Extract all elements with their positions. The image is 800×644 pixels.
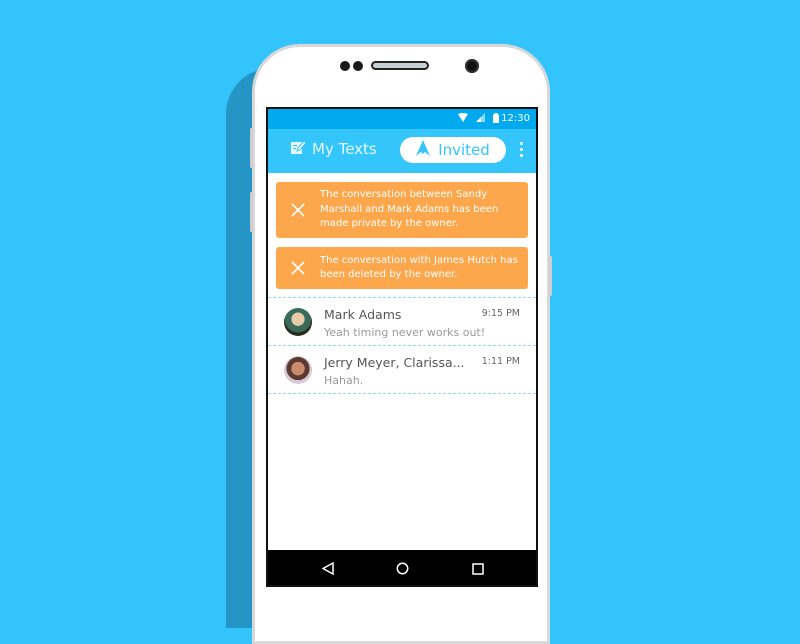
alert-banner: The conversation with James Hutch has be… xyxy=(276,247,528,289)
tab-my-texts[interactable]: My Texts xyxy=(290,139,377,159)
conversation-preview: Yeah timing never works out! xyxy=(324,326,486,339)
conversation-time: 1:11 PM xyxy=(481,356,520,367)
phone-speaker xyxy=(371,61,429,70)
phone-side-button-left-top xyxy=(250,128,253,168)
more-vert-icon[interactable] xyxy=(520,142,524,160)
divider xyxy=(268,297,536,298)
close-icon[interactable] xyxy=(276,203,320,217)
conversation-name: Mark Adams xyxy=(324,307,402,322)
phone-sensor-dot xyxy=(340,61,350,71)
home-icon[interactable] xyxy=(396,560,409,579)
conversation-item[interactable]: Jerry Meyer, Clarissa... Hahah. 1:11 PM xyxy=(268,347,536,394)
phone-side-button-left-bottom xyxy=(250,192,253,232)
tab-my-texts-label: My Texts xyxy=(312,140,377,158)
tab-invited[interactable]: Invited xyxy=(400,137,506,163)
alert-banner: The conversation between Sandy Marshall … xyxy=(276,182,528,238)
invited-logo-icon xyxy=(416,140,431,160)
wifi-icon xyxy=(458,113,468,125)
battery-icon xyxy=(493,113,499,126)
app-bar: My Texts Invited xyxy=(268,129,536,173)
alert-text: The conversation with James Hutch has be… xyxy=(320,254,518,281)
conversation-item[interactable]: Mark Adams Yeah timing never works out! … xyxy=(268,299,536,346)
phone-screen: 12:30 My Texts Invited The conversation … xyxy=(266,107,538,587)
content-area: The conversation between Sandy Marshall … xyxy=(268,173,536,550)
back-icon[interactable] xyxy=(321,560,334,579)
phone-sensor-dot xyxy=(353,61,363,71)
status-bar: 12:30 xyxy=(268,109,536,129)
compose-icon xyxy=(290,139,307,159)
conversation-name: Jerry Meyer, Clarissa... xyxy=(324,355,465,370)
conversation-preview: Hahah. xyxy=(324,374,364,387)
conversation-time: 9:15 PM xyxy=(481,308,520,319)
alert-text: The conversation between Sandy Marshall … xyxy=(320,189,499,230)
signal-icon xyxy=(476,113,485,125)
tab-invited-label: Invited xyxy=(438,141,490,159)
phone-front-camera xyxy=(465,59,479,73)
android-nav-bar xyxy=(268,550,536,585)
recents-icon[interactable] xyxy=(472,560,484,579)
close-icon[interactable] xyxy=(276,261,320,275)
status-time: 12:30 xyxy=(501,113,530,124)
phone-side-button-right xyxy=(549,256,552,296)
avatar xyxy=(284,356,312,384)
avatar xyxy=(284,308,312,336)
